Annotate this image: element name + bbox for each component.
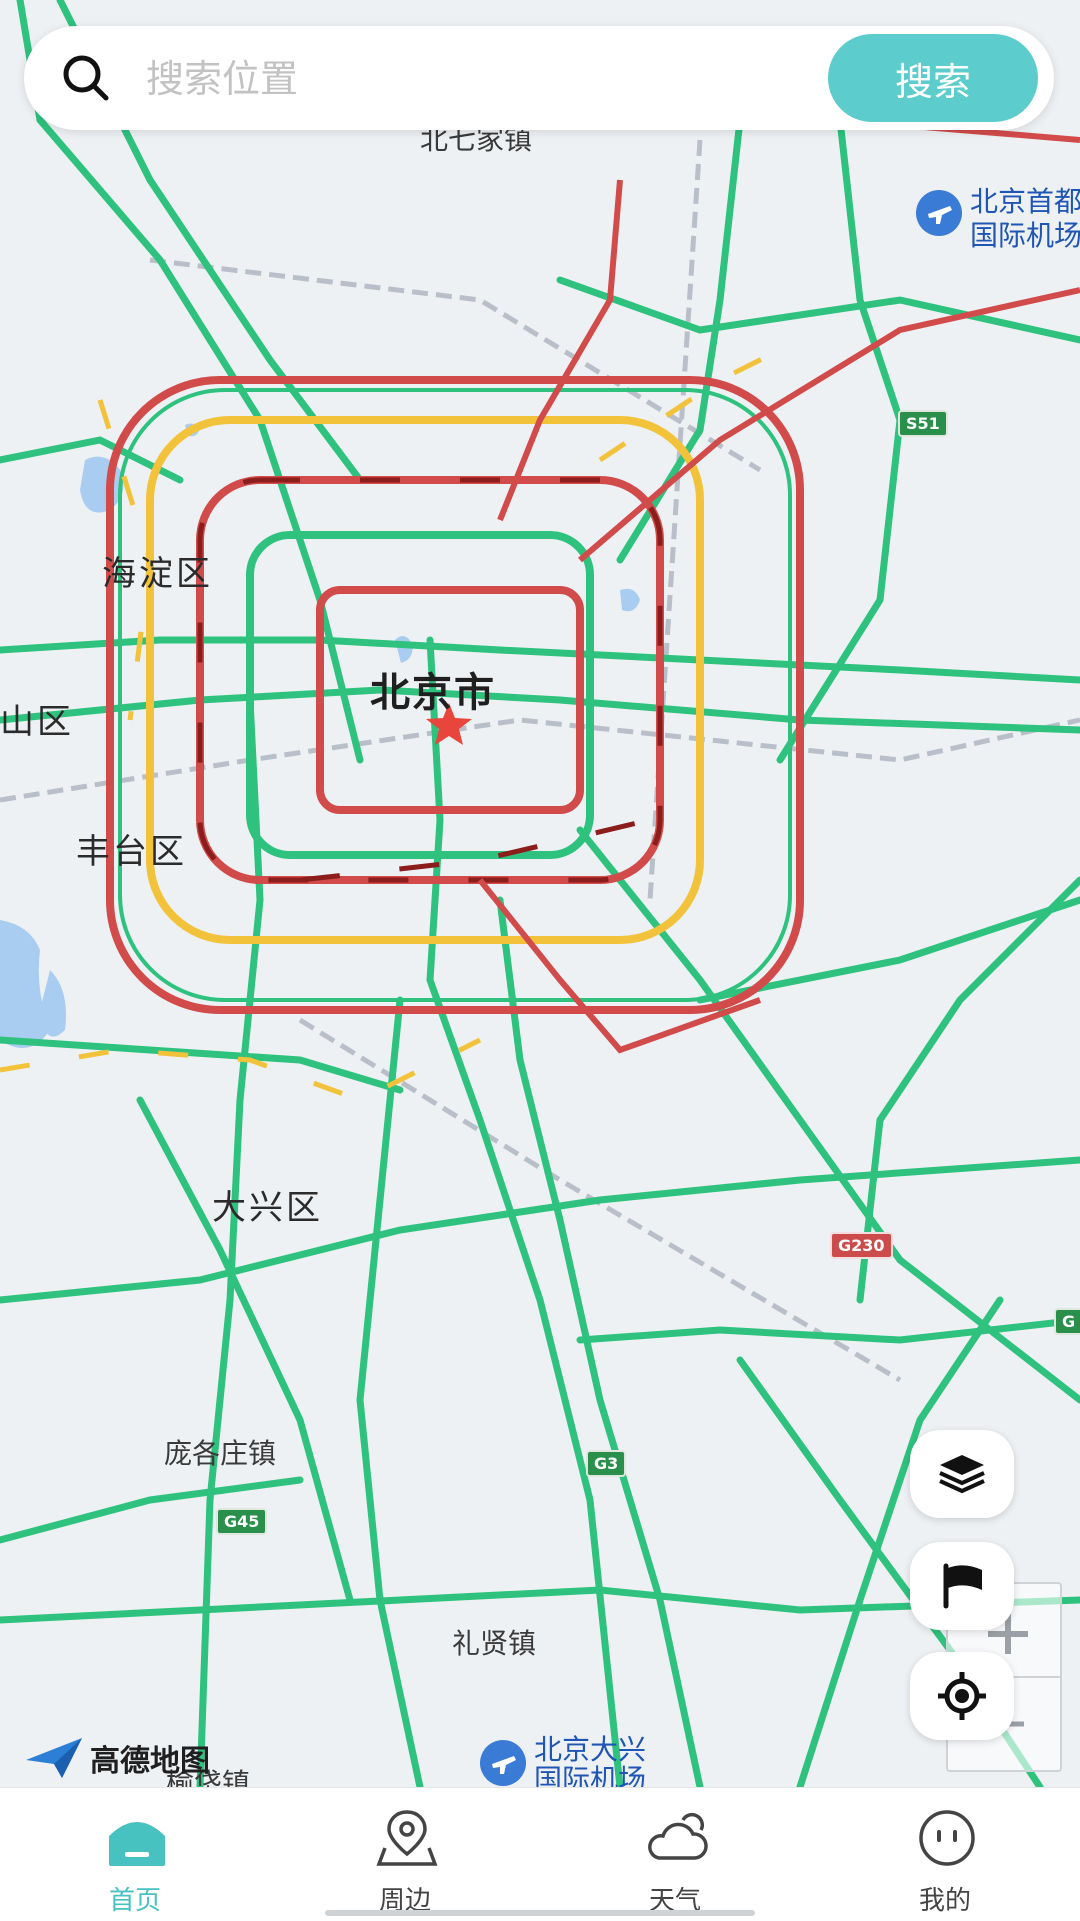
highway-shield-g3: G3: [586, 1450, 627, 1477]
town-label-lixian: 礼贤镇: [452, 1627, 537, 1660]
tab-profile[interactable]: 我的: [810, 1788, 1080, 1921]
nearby-icon: [376, 1810, 438, 1866]
home-icon: [109, 1822, 165, 1866]
district-label-haidian: 海淀区: [102, 554, 213, 594]
search-bar: 搜索: [24, 26, 1054, 130]
highway-shield-s51: S51: [898, 410, 948, 437]
bottom-tab-bar: 首页 周边 天气 我的: [0, 1787, 1080, 1921]
tab-home[interactable]: 首页: [0, 1788, 270, 1921]
layers-button[interactable]: [910, 1430, 1014, 1518]
search-input[interactable]: [144, 44, 848, 114]
tab-label: 我的: [918, 1886, 971, 1916]
highway-shield-g-partial: G: [1054, 1308, 1080, 1335]
airport-icon[interactable]: [916, 190, 962, 236]
district-label-daxing: 大兴区: [212, 1188, 323, 1228]
district-label-partial: 山区: [0, 702, 74, 742]
highway-shield-g230: G230: [830, 1232, 893, 1259]
search-button[interactable]: 搜索: [828, 34, 1038, 122]
layers-icon: [939, 1455, 985, 1494]
profile-icon: [919, 1810, 975, 1866]
home-indicator: [325, 1910, 755, 1916]
search-icon: [63, 55, 109, 101]
amap-logo: [22, 1734, 86, 1784]
weather-icon: [648, 1813, 708, 1860]
locate-icon: [938, 1672, 986, 1720]
airport-icon[interactable]: [480, 1740, 526, 1786]
flag-icon: [943, 1563, 982, 1609]
locate-button[interactable]: [910, 1652, 1014, 1740]
tab-label: 首页: [108, 1886, 161, 1916]
tab-nearby[interactable]: 周边: [270, 1788, 540, 1921]
map-canvas[interactable]: [0, 0, 1080, 1787]
flag-button[interactable]: [910, 1542, 1014, 1630]
poi-capital-airport-line2[interactable]: 国际机场: [970, 214, 1080, 254]
city-label: 北京市: [370, 670, 496, 716]
town-label-panggezhuang: 庞各庄镇: [164, 1437, 277, 1470]
tab-weather[interactable]: 天气: [540, 1788, 810, 1921]
district-label-fengtai: 丰台区: [76, 832, 187, 872]
highway-shield-g45: G45: [216, 1508, 268, 1535]
amap-brand-text: 高德地图: [90, 1744, 210, 1779]
